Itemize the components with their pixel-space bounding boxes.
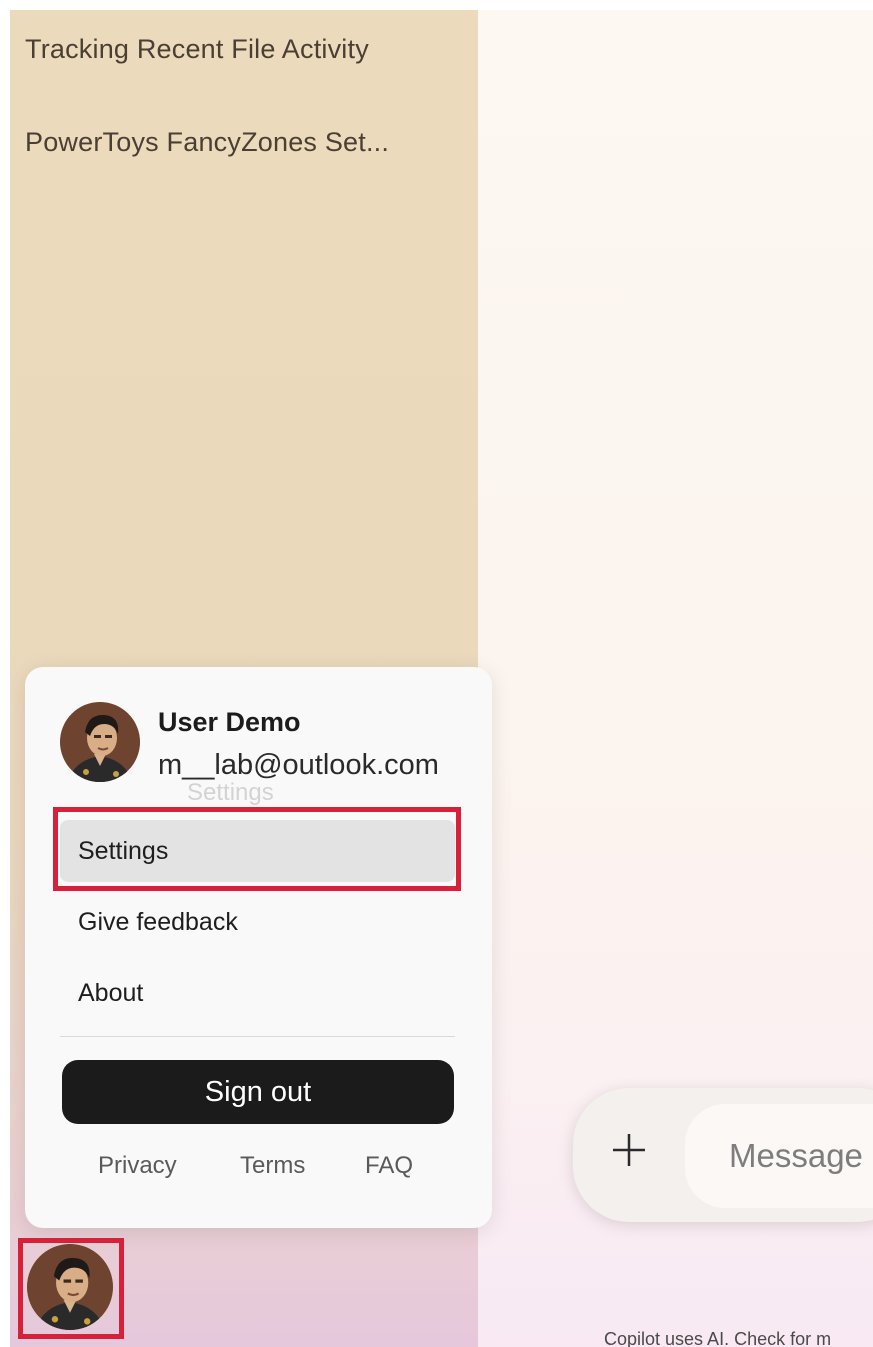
user-avatar-icon [27,1244,113,1330]
user-name: User Demo [158,707,301,737]
privacy-link[interactable]: Privacy [98,1152,177,1180]
sign-out-button[interactable]: Sign out [62,1060,454,1124]
ai-disclaimer: Copilot uses AI. Check for m [604,1329,832,1347]
sidebar-conversation-item[interactable]: PowerToys FancyZones Set... [25,127,389,158]
avatar [60,702,140,782]
settings-menu-item[interactable]: Settings [60,820,455,882]
sidebar-conversation-item[interactable]: Tracking Recent File Activity [25,34,369,65]
message-composer [573,1088,873,1222]
plus-icon[interactable] [611,1132,647,1168]
user-avatar-icon [60,702,140,782]
settings-tooltip: Settings [187,779,274,806]
menu-divider [60,1036,455,1037]
faq-link[interactable]: FAQ [365,1152,413,1180]
terms-link[interactable]: Terms [240,1152,305,1180]
user-email: m__lab@outlook.com [158,749,439,781]
give-feedback-menu-item[interactable]: Give feedback [60,891,455,953]
about-menu-item[interactable]: About [60,962,455,1024]
account-menu: User Demo m__lab@outlook.com Settings Se… [25,667,492,1228]
message-input[interactable] [685,1104,873,1208]
app-window: Tracking Recent File Activity PowerToys … [10,10,873,1347]
account-avatar-button[interactable] [27,1244,113,1330]
